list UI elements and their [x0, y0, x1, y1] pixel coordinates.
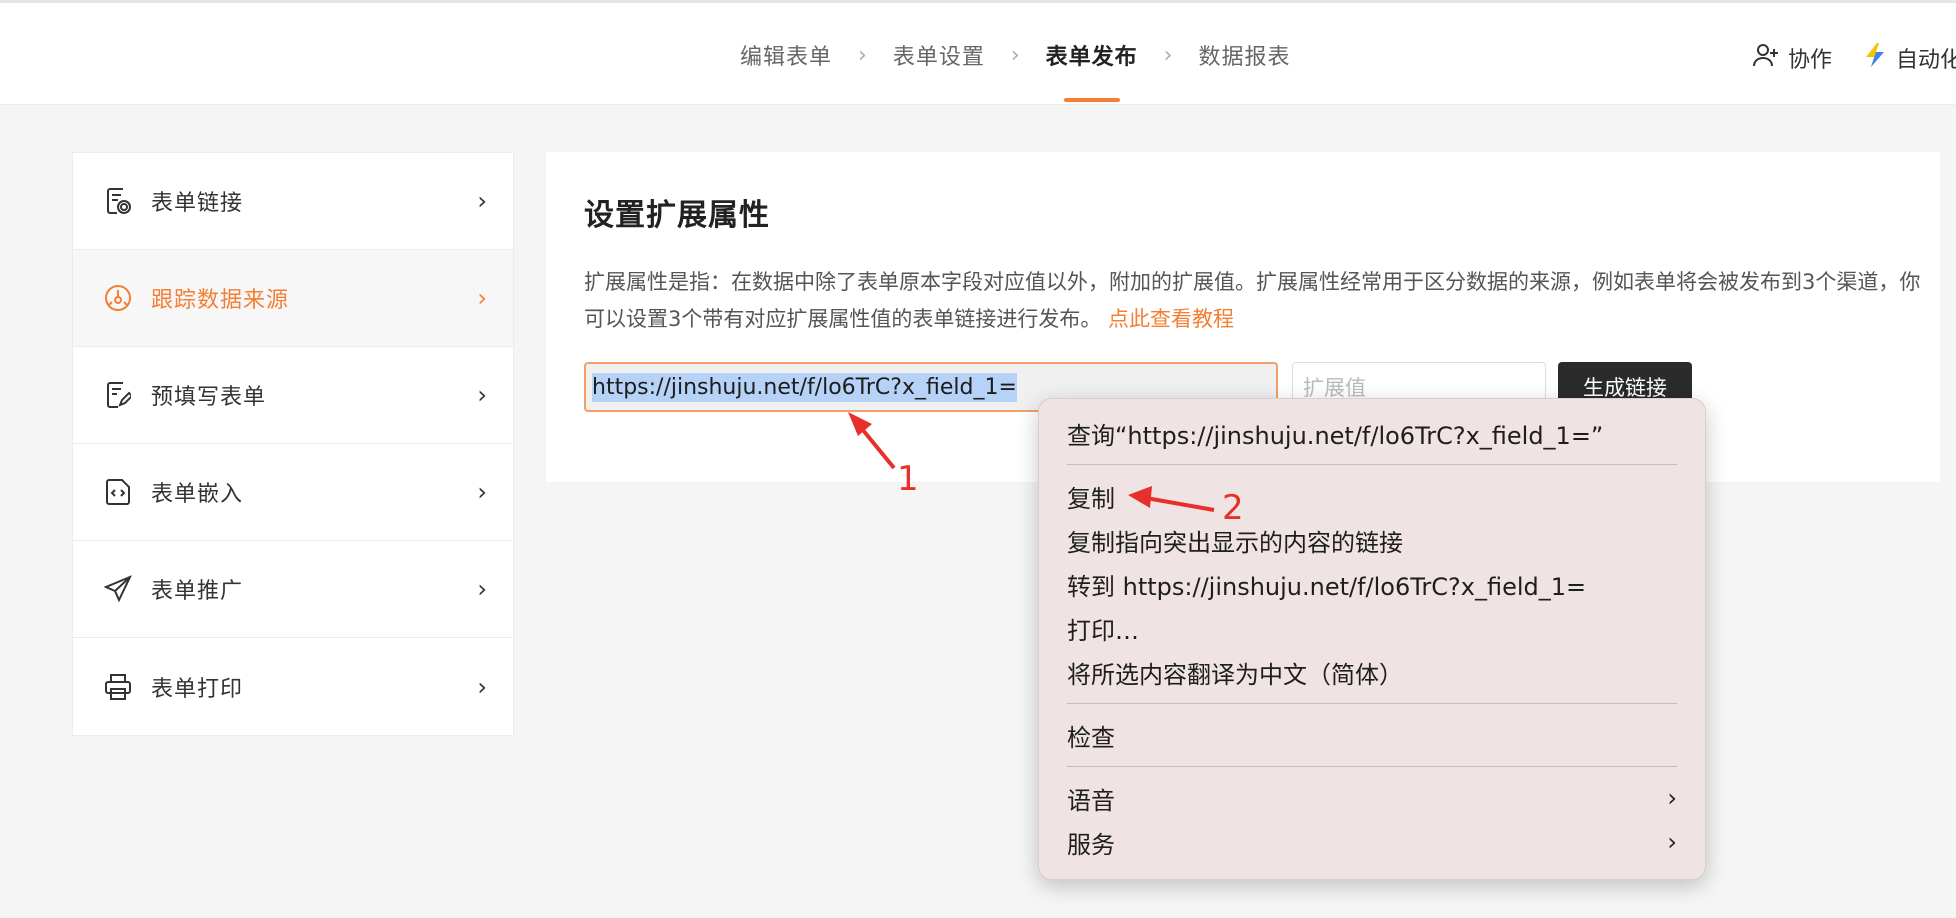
automation-label: 自动化	[1896, 48, 1956, 73]
collab-label: 协作	[1788, 48, 1833, 73]
step-form-publish[interactable]: 表单发布	[1046, 39, 1138, 102]
menu-separator	[1067, 766, 1677, 767]
annotation-number-2: 2	[1222, 488, 1244, 528]
menu-item-lookup[interactable]: 查询“https://jinshuju.net/f/lo6TrC?x_field…	[1039, 411, 1705, 455]
printer-icon	[103, 672, 133, 702]
step-form-settings[interactable]: 表单设置	[893, 39, 985, 71]
sidebar-item-label: 跟踪数据来源	[151, 288, 290, 313]
selected-url-text: https://jinshuju.net/f/lo6TrC?x_field_1=	[592, 372, 1017, 402]
top-right-actions: 协作 自动化	[1752, 41, 1956, 75]
top-bar: 编辑表单 › 表单设置 › 表单发布 › 数据报表 协作 自动化	[0, 0, 1956, 105]
menu-item-label: 服务	[1067, 830, 1115, 859]
menu-item-translate[interactable]: 将所选内容翻译为中文（简体）	[1039, 650, 1705, 694]
panel-title: 设置扩展属性	[584, 198, 770, 233]
chevron-right-icon: ›	[1667, 828, 1677, 856]
menu-item-label: 复制	[1067, 484, 1115, 513]
chevron-right-icon: ›	[477, 381, 487, 409]
menu-separator	[1067, 464, 1677, 465]
automation-button[interactable]: 自动化	[1862, 41, 1956, 75]
menu-item-speech[interactable]: 语音 ›	[1039, 776, 1705, 820]
menu-item-services[interactable]: 服务 ›	[1039, 820, 1705, 864]
sidebar-item-embed[interactable]: 表单嵌入 ›	[73, 444, 513, 541]
menu-item-goto[interactable]: 转到 https://jinshuju.net/f/lo6TrC?x_field…	[1039, 562, 1705, 606]
menu-item-label: 查询“https://jinshuju.net/f/lo6TrC?x_field…	[1067, 421, 1604, 450]
description-text: 扩展属性是指：在数据中除了表单原本字段对应值以外，附加的扩展值。扩展属性经常用于…	[584, 270, 1921, 331]
step-separator: ›	[1163, 42, 1173, 68]
chevron-right-icon: ›	[477, 672, 487, 701]
menu-item-label: 复制指向突出显示的内容的链接	[1067, 528, 1403, 557]
add-user-icon	[1752, 41, 1780, 75]
menu-item-print[interactable]: 打印…	[1039, 606, 1705, 650]
lightning-icon	[1862, 41, 1888, 75]
sidebar-item-form-link[interactable]: 表单链接 ›	[73, 153, 513, 250]
context-menu: 查询“https://jinshuju.net/f/lo6TrC?x_field…	[1038, 398, 1706, 880]
sidebar-item-print[interactable]: 表单打印 ›	[73, 638, 513, 735]
sidebar-item-prefill[interactable]: 预填写表单 ›	[73, 347, 513, 444]
collab-button[interactable]: 协作	[1752, 41, 1832, 75]
menu-item-label: 语音	[1067, 786, 1115, 815]
step-nav: 编辑表单 › 表单设置 › 表单发布 › 数据报表	[740, 39, 1291, 102]
menu-item-label: 打印…	[1067, 616, 1139, 645]
step-edit-form[interactable]: 编辑表单	[740, 39, 832, 71]
menu-item-inspect[interactable]: 检查	[1039, 713, 1705, 757]
chevron-right-icon: ›	[477, 575, 487, 603]
menu-item-label: 将所选内容翻译为中文（简体）	[1067, 660, 1403, 689]
embed-icon	[103, 477, 133, 507]
form-link-icon	[103, 186, 133, 216]
step-separator: ›	[1010, 42, 1020, 68]
sidebar-item-label: 表单嵌入	[151, 482, 244, 507]
chevron-right-icon: ›	[1667, 784, 1677, 812]
menu-separator	[1067, 703, 1677, 704]
tutorial-link[interactable]: 点此查看教程	[1108, 307, 1234, 331]
menu-item-copy-link[interactable]: 复制指向突出显示的内容的链接	[1039, 518, 1705, 562]
sidebar-item-label: 预填写表单	[151, 385, 267, 410]
menu-item-copy[interactable]: 复制	[1039, 474, 1705, 518]
publish-sidebar: 表单链接 › 跟踪数据来源 › 预填写表单 › 表单嵌入 › 表单推广 › 表单…	[72, 152, 514, 736]
sidebar-item-promote[interactable]: 表单推广 ›	[73, 541, 513, 638]
sidebar-item-label: 表单推广	[151, 579, 244, 604]
menu-item-label: 检查	[1067, 723, 1115, 752]
chevron-right-icon: ›	[477, 478, 487, 506]
chevron-right-icon: ›	[477, 284, 487, 312]
step-data-report[interactable]: 数据报表	[1198, 39, 1290, 71]
sidebar-item-label: 表单打印	[151, 676, 244, 702]
step-separator: ›	[858, 42, 867, 68]
chevron-right-icon: ›	[477, 187, 487, 215]
sidebar-item-track-source[interactable]: 跟踪数据来源 ›	[73, 250, 513, 347]
sidebar-item-label: 表单链接	[151, 191, 244, 216]
send-icon	[103, 574, 133, 604]
panel-description: 扩展属性是指：在数据中除了表单原本字段对应值以外，附加的扩展值。扩展属性经常用于…	[584, 264, 1924, 338]
annotation-number-1: 1	[897, 459, 919, 499]
menu-item-label: 转到 https://jinshuju.net/f/lo6TrC?x_field…	[1067, 572, 1587, 601]
prefill-icon	[103, 380, 133, 410]
track-source-icon	[103, 283, 133, 313]
